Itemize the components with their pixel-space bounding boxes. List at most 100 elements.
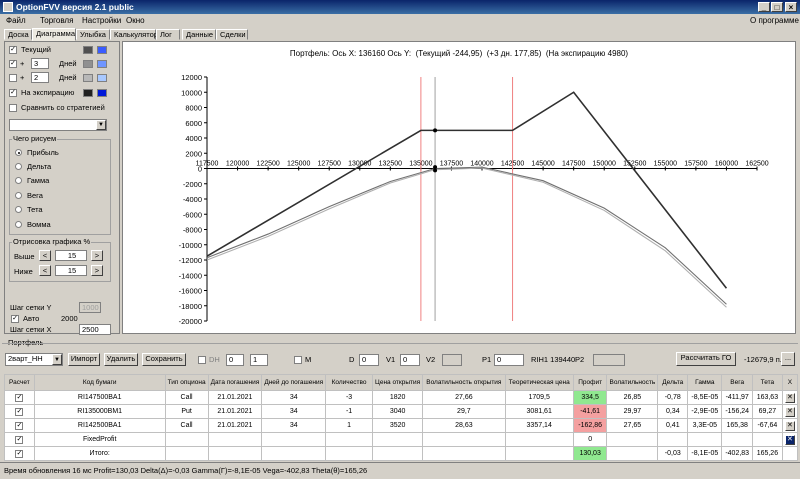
plus2-days-input[interactable]: 2 <box>31 72 49 83</box>
row-qty[interactable]: 1 <box>325 418 374 433</box>
row-calc-checkbox[interactable]: ✓ <box>15 435 24 444</box>
radio-delta[interactable] <box>15 163 22 170</box>
col-qty[interactable]: Количество <box>325 374 374 391</box>
v1-input[interactable]: 0 <box>400 354 420 366</box>
tab-calculator[interactable]: Калькулятор <box>110 29 158 40</box>
row-calc-checkbox[interactable]: ✓ <box>15 421 24 430</box>
radio-profit[interactable] <box>15 149 22 156</box>
d-input[interactable]: 0 <box>359 354 379 366</box>
payoff-chart[interactable]: 120001000080006000400020000-2000-4000-60… <box>123 42 795 333</box>
menu-about[interactable]: О программе <box>750 16 799 25</box>
expiry-color-swatch-1[interactable] <box>83 89 93 97</box>
menu-file[interactable]: Файл <box>6 16 26 25</box>
v2-input[interactable] <box>442 354 462 366</box>
chevron-down-icon[interactable]: ▼ <box>96 120 106 130</box>
col-open-vol[interactable]: Волатильность открытия <box>422 374 506 391</box>
radio-vomma[interactable] <box>15 221 22 228</box>
chevron-down-icon[interactable]: ▼ <box>52 354 62 365</box>
plus3-days-input[interactable]: 3 <box>31 58 49 69</box>
auto-checkbox[interactable]: ✓ <box>11 315 19 323</box>
col-vega[interactable]: Вега <box>721 374 753 391</box>
col-vol[interactable]: Волатильность <box>606 374 659 391</box>
row-open-price[interactable]: 3520 <box>372 418 424 433</box>
current-color-swatch-1[interactable] <box>83 46 93 54</box>
close-icon[interactable]: ✕ <box>784 434 795 445</box>
plus3-color-swatch-1[interactable] <box>83 60 93 68</box>
tab-data[interactable]: Данные <box>182 29 216 40</box>
plus2-checkbox[interactable] <box>9 74 17 82</box>
tab-smile[interactable]: Улыбка <box>76 29 110 40</box>
m-checkbox[interactable] <box>294 356 302 364</box>
menu-settings[interactable]: Настройки <box>82 16 121 25</box>
grid-y-input[interactable]: 1000 <box>79 302 101 313</box>
menu-trading[interactable]: Торговля <box>40 16 73 25</box>
current-color-swatch-2[interactable] <box>97 46 107 54</box>
grid-x-select[interactable]: 2500 <box>79 324 111 335</box>
col-expiry-date[interactable]: Дата погашения <box>207 374 263 391</box>
below-decrease-button[interactable]: < <box>39 265 51 276</box>
tab-diagram[interactable]: Диаграмма <box>32 28 76 41</box>
col-code[interactable]: Код бумаги <box>33 374 166 391</box>
dh-checkbox[interactable] <box>198 356 206 364</box>
calculate-go-button[interactable]: Рассчитать ГО <box>676 352 736 366</box>
radio-theta[interactable] <box>15 206 22 213</box>
dh-input-2[interactable]: 1 <box>250 354 268 366</box>
close-icon[interactable]: ✕ <box>784 420 795 431</box>
import-button[interactable]: Импорт <box>68 353 100 366</box>
row-calc-cell: ✓ <box>4 432 35 447</box>
strategy-select[interactable] <box>9 119 107 131</box>
col-days[interactable]: Дней до погашения <box>261 374 327 391</box>
more-button[interactable]: ... <box>781 352 795 366</box>
radio-vega[interactable] <box>15 192 22 199</box>
row-calc-checkbox[interactable]: ✓ <box>15 449 24 458</box>
minimize-button[interactable]: _ <box>758 2 770 12</box>
tab-log[interactable]: Лог <box>156 29 180 40</box>
menu-window[interactable]: Окно <box>126 16 145 25</box>
empty-cell <box>781 446 799 461</box>
fixed-profit-value[interactable]: 0 <box>572 432 608 447</box>
below-increase-button[interactable]: > <box>91 265 103 276</box>
total-vega: -402,83 <box>721 446 753 461</box>
maximize-button[interactable]: □ <box>771 2 783 12</box>
expiry-color-swatch-2[interactable] <box>97 89 107 97</box>
col-calc[interactable]: Расчет <box>4 374 35 391</box>
tab-deals[interactable]: Сделки <box>216 29 248 40</box>
tab-board[interactable]: Доска <box>4 29 32 40</box>
row-qty[interactable]: -1 <box>325 404 374 419</box>
compare-checkbox[interactable] <box>9 104 17 112</box>
p1-input[interactable]: 0 <box>494 354 524 366</box>
col-delta[interactable]: Дельта <box>657 374 689 391</box>
col-remove[interactable]: X <box>781 374 799 391</box>
col-theo-price[interactable]: Теоретическая цена <box>504 374 574 391</box>
row-open-price[interactable]: 3040 <box>372 404 424 419</box>
dh-input-1[interactable]: 0 <box>226 354 244 366</box>
col-type[interactable]: Тип опциона <box>164 374 209 391</box>
plus3-checkbox[interactable]: ✓ <box>9 60 17 68</box>
col-open-price[interactable]: Цена открытия <box>372 374 424 391</box>
below-input[interactable]: 15 <box>55 265 87 276</box>
plus2-color-swatch-2[interactable] <box>97 74 107 82</box>
close-button[interactable]: × <box>785 2 797 12</box>
row-open-price[interactable]: 1820 <box>372 390 424 405</box>
save-button[interactable]: Сохранить <box>142 353 186 366</box>
radio-delta-label: Дельта <box>27 162 52 171</box>
col-profit[interactable]: Профит <box>572 374 608 391</box>
above-increase-button[interactable]: > <box>91 250 103 261</box>
close-icon[interactable]: ✕ <box>784 392 795 403</box>
expiry-checkbox[interactable]: ✓ <box>9 89 17 97</box>
col-theta[interactable]: Тета <box>751 374 783 391</box>
row-qty[interactable]: -3 <box>325 390 374 405</box>
radio-gamma[interactable] <box>15 177 22 184</box>
menu-bar: Файл Торговля Настройки Окно О программе <box>0 14 800 28</box>
above-decrease-button[interactable]: < <box>39 250 51 261</box>
plus2-color-swatch-1[interactable] <box>83 74 93 82</box>
col-gamma[interactable]: Гамма <box>687 374 723 391</box>
row-calc-checkbox[interactable]: ✓ <box>15 393 24 402</box>
row-calc-checkbox[interactable]: ✓ <box>15 407 24 416</box>
above-input[interactable]: 15 <box>55 250 87 261</box>
delete-button[interactable]: Удалить <box>104 353 138 366</box>
p2-input[interactable] <box>593 354 625 366</box>
plus3-color-swatch-2[interactable] <box>97 60 107 68</box>
close-icon[interactable]: ✕ <box>784 406 795 417</box>
current-checkbox[interactable]: ✓ <box>9 46 17 54</box>
